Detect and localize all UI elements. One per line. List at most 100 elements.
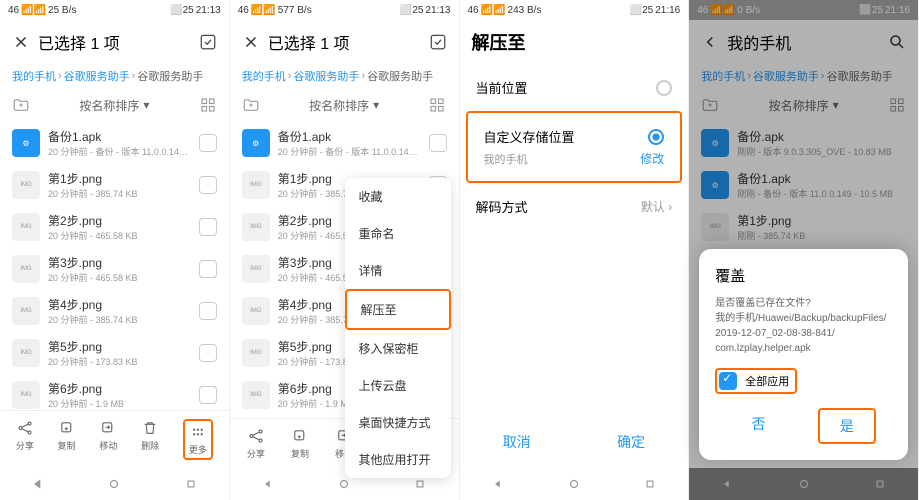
file-checkbox[interactable] xyxy=(429,134,447,152)
file-checkbox[interactable] xyxy=(199,260,217,278)
img-file-icon: IMG xyxy=(242,381,270,409)
recent-nav-icon[interactable] xyxy=(413,477,427,491)
file-list[interactable]: ⚙备份1.apk20 分钟前 - 备份 - 版本 11.0.0.149 - 10… xyxy=(0,122,229,410)
img-file-icon: IMG xyxy=(12,381,40,409)
grid-view-icon[interactable] xyxy=(428,96,446,114)
file-row[interactable]: IMG 第6步.png20 分钟前 - 1.9 MB xyxy=(0,374,229,410)
file-row[interactable]: ⚙ 备份1.apk20 分钟前 - 备份 - 版本 11.0.0.149 - 10… xyxy=(230,122,459,164)
network-speed: 243 B/s xyxy=(508,5,542,16)
apply-all-row[interactable]: 全部应用 xyxy=(715,368,797,394)
share-button[interactable]: 分享 xyxy=(16,419,34,460)
crumb-2[interactable]: 谷歌服务助手 xyxy=(64,68,130,84)
sim-indicator: 46 xyxy=(238,5,249,16)
recent-nav-icon[interactable] xyxy=(184,477,198,491)
grid-view-icon[interactable] xyxy=(199,96,217,114)
img-file-icon: IMG xyxy=(12,255,40,283)
file-row[interactable]: IMG第4步.png20 分钟前 - 385.74 KB xyxy=(0,290,229,332)
menu-extract-to[interactable]: 解压至 xyxy=(345,289,451,330)
sim-indicator: 46 xyxy=(8,5,19,16)
file-name: 第5步.png xyxy=(48,338,191,355)
apk-file-icon: ⚙ xyxy=(12,129,40,157)
network-speed: 577 B/s xyxy=(278,5,312,16)
radio-on-icon[interactable] xyxy=(648,129,664,145)
signal-icon: 📶📶 xyxy=(481,5,506,16)
close-icon[interactable] xyxy=(12,33,30,51)
new-folder-icon[interactable] xyxy=(242,96,260,114)
signal-icon: 📶📶 xyxy=(21,5,46,16)
confirm-button[interactable]: 确定 xyxy=(617,432,645,452)
file-name: 备份1.apk xyxy=(48,128,191,145)
file-checkbox[interactable] xyxy=(199,218,217,236)
status-bar: 46📶📶243 B/s ⬜2521:16 xyxy=(460,0,689,20)
option-encoding[interactable]: 解码方式 默认 › xyxy=(460,183,689,230)
option-custom-location[interactable]: 自定义存储位置 xyxy=(468,113,681,150)
file-name: 第2步.png xyxy=(48,212,191,229)
menu-safe[interactable]: 移入保密柜 xyxy=(345,330,451,367)
apk-file-icon: ⚙ xyxy=(242,129,270,157)
back-nav-icon[interactable] xyxy=(491,477,505,491)
file-row[interactable]: ⚙备份1.apk20 分钟前 - 备份 - 版本 11.0.0.149 - 10… xyxy=(0,122,229,164)
clock: 21:13 xyxy=(196,5,221,16)
cancel-button[interactable]: 取消 xyxy=(503,432,531,452)
file-row[interactable]: IMG第2步.png20 分钟前 - 465.58 KB xyxy=(0,206,229,248)
menu-open-with[interactable]: 其他应用打开 xyxy=(345,441,451,478)
home-nav-icon[interactable] xyxy=(337,477,351,491)
file-name: 第1步.png xyxy=(48,170,191,187)
dialog-no-button[interactable]: 否 xyxy=(731,408,785,444)
crumb-2[interactable]: 谷歌服务助手 xyxy=(293,68,359,84)
recent-nav-icon[interactable] xyxy=(643,477,657,491)
delete-button[interactable]: 删除 xyxy=(141,419,159,460)
bottom-bar: 分享 复制 移动 删除 更多 xyxy=(0,410,229,468)
header-title: 已选择 1 项 xyxy=(38,30,120,54)
dialog-message: 是否覆盖已存在文件? 我的手机/Huawei/Backup/backupFile… xyxy=(715,296,892,356)
crumb-1[interactable]: 我的手机 xyxy=(12,68,56,84)
menu-rename[interactable]: 重命名 xyxy=(345,215,451,252)
back-nav-icon[interactable] xyxy=(31,477,45,491)
context-menu: 收藏 重命名 详情 解压至 移入保密柜 上传云盘 桌面快捷方式 其他应用打开 xyxy=(345,178,451,478)
sort-button[interactable]: 按名称排序▾ xyxy=(79,97,149,114)
breadcrumb[interactable]: 我的手机› 谷歌服务助手› 谷歌服务助手 xyxy=(0,64,229,88)
chevron-down-icon: ▾ xyxy=(143,98,149,112)
chevron-down-icon: ▾ xyxy=(373,98,379,112)
close-icon[interactable] xyxy=(242,33,260,51)
more-button[interactable]: 更多 xyxy=(183,419,213,460)
copy-button[interactable]: 复制 xyxy=(291,427,309,460)
file-name: 第4步.png xyxy=(48,296,191,313)
select-all-icon[interactable] xyxy=(429,33,447,51)
battery-icon: ⬜25 xyxy=(630,5,654,16)
dialog-yes-button[interactable]: 是 xyxy=(818,408,876,444)
home-nav-icon[interactable] xyxy=(107,477,121,491)
menu-cloud[interactable]: 上传云盘 xyxy=(345,367,451,404)
apply-all-checkbox[interactable] xyxy=(719,372,737,390)
file-checkbox[interactable] xyxy=(199,302,217,320)
file-info: 备份1.apk20 分钟前 - 备份 - 版本 11.0.0.149 - 10.… xyxy=(278,128,421,158)
home-nav-icon[interactable] xyxy=(567,477,581,491)
sort-button[interactable]: 按名称排序▾ xyxy=(309,97,379,114)
menu-shortcut[interactable]: 桌面快捷方式 xyxy=(345,404,451,441)
file-checkbox[interactable] xyxy=(199,344,217,362)
img-file-icon: IMG xyxy=(242,255,270,283)
copy-button[interactable]: 复制 xyxy=(58,419,76,460)
file-row[interactable]: IMG 第3步.png20 分钟前 - 465.58 KB xyxy=(0,248,229,290)
back-nav-icon[interactable] xyxy=(261,477,275,491)
modify-link[interactable]: 修改 xyxy=(640,150,664,167)
select-all-icon[interactable] xyxy=(199,33,217,51)
menu-details[interactable]: 详情 xyxy=(345,252,451,289)
menu-favorite[interactable]: 收藏 xyxy=(345,178,451,215)
file-row[interactable]: IMG第5步.png20 分钟前 - 173.83 KB xyxy=(0,332,229,374)
file-checkbox[interactable] xyxy=(199,386,217,404)
file-info: 第6步.png20 分钟前 - 1.9 MB xyxy=(48,380,191,410)
crumb-3: 谷歌服务助手 xyxy=(137,68,203,84)
share-label: 分享 xyxy=(16,439,34,452)
share-button[interactable]: 分享 xyxy=(247,427,265,460)
file-row[interactable]: IMG第1步.png20 分钟前 - 385.74 KB xyxy=(0,164,229,206)
file-checkbox[interactable] xyxy=(199,176,217,194)
file-checkbox[interactable] xyxy=(199,134,217,152)
move-button[interactable]: 移动 xyxy=(99,419,117,460)
new-folder-icon[interactable] xyxy=(12,96,30,114)
radio-off-icon[interactable] xyxy=(656,80,672,96)
breadcrumb[interactable]: 我的手机› 谷歌服务助手› 谷歌服务助手 xyxy=(230,64,459,88)
option-current-location[interactable]: 当前位置 xyxy=(460,64,689,111)
file-info: 第3步.png20 分钟前 - 465.58 KB xyxy=(48,254,191,284)
crumb-1[interactable]: 我的手机 xyxy=(242,68,286,84)
